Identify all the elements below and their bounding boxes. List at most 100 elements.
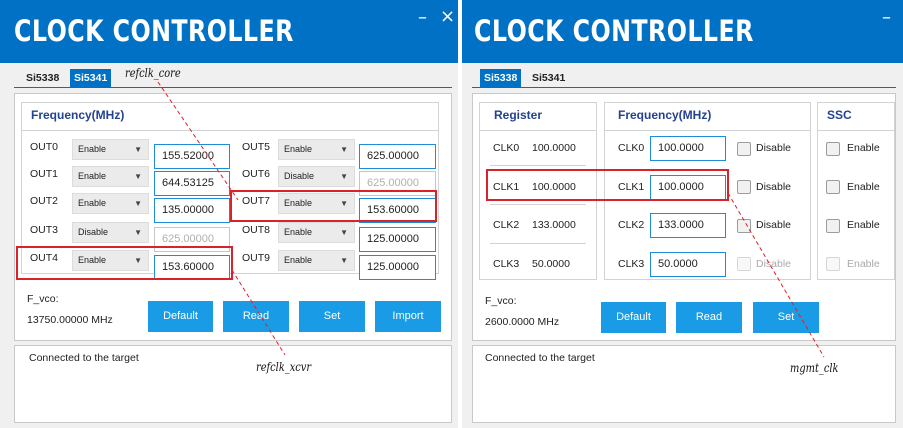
default-button[interactable]: Default: [601, 302, 666, 333]
frequency-group-title: Frequency(MHz): [618, 108, 712, 122]
register-clk0-label: CLK0: [493, 142, 520, 154]
chevron-down-icon: ▼: [134, 199, 142, 208]
tab-si5338[interactable]: Si5338: [480, 69, 522, 87]
out4-mode-value: Enable: [78, 255, 107, 265]
out2-mode-select[interactable]: Enable ▼: [72, 193, 149, 214]
tab-underline: [472, 87, 896, 88]
register-clk2-value: 133.0000: [532, 219, 576, 231]
out8-label: OUT8: [242, 224, 271, 236]
out0-label: OUT0: [30, 141, 59, 153]
out8-frequency-input[interactable]: 125.00000: [359, 227, 436, 252]
clk1-frequency-input[interactable]: 100.0000: [650, 175, 726, 200]
register-group: Register CLK0 100.0000 CLK1 100.0000 CLK…: [479, 102, 597, 280]
clk3-ssc-checkbox[interactable]: [826, 257, 840, 271]
clk1-label: CLK1: [618, 181, 645, 193]
group-divider: [480, 130, 596, 131]
clk2-ssc-checkbox[interactable]: [826, 219, 840, 233]
import-button[interactable]: Import: [375, 301, 441, 332]
tab-si5341[interactable]: Si5341: [70, 69, 112, 87]
out1-mode-value: Enable: [78, 171, 107, 181]
out7-mode-value: Enable: [284, 198, 313, 208]
ssc-group-title: SSC: [827, 108, 852, 122]
clk2-frequency-input[interactable]: 133.0000: [650, 213, 726, 238]
out6-frequency-input[interactable]: 625.00000: [359, 171, 436, 196]
group-divider: [605, 130, 810, 131]
out4-label: OUT4: [30, 252, 59, 264]
out3-frequency-input[interactable]: 625.00000: [154, 227, 230, 252]
out2-mode-value: Enable: [78, 198, 107, 208]
out3-mode-select[interactable]: Disable ▼: [72, 222, 149, 243]
clk0-disable-checkbox[interactable]: [737, 142, 751, 156]
fvco-label: F_vco:: [485, 295, 517, 307]
status-log: Connected to the target: [14, 345, 452, 423]
fvco-value: 2600.0000 MHz: [485, 316, 560, 328]
out1-label: OUT1: [30, 168, 59, 180]
tab-si5341[interactable]: Si5341: [528, 69, 569, 87]
out7-mode-select[interactable]: Enable ▼: [278, 193, 355, 214]
title-bar: CLOCK CONTROLLER – ×: [0, 0, 458, 63]
out6-mode-select[interactable]: Disable ▼: [278, 166, 355, 187]
app-title: CLOCK CONTROLLER: [474, 14, 754, 48]
out5-mode-select[interactable]: Enable ▼: [278, 139, 355, 160]
chevron-down-icon: ▼: [134, 172, 142, 181]
fvco-label: F_vco:: [27, 293, 59, 305]
out4-mode-select[interactable]: Enable ▼: [72, 250, 149, 271]
clk3-disable-label: Disable: [756, 258, 792, 270]
clk2-ssc-label: Enable: [847, 219, 880, 231]
minimize-icon[interactable]: –: [882, 9, 891, 27]
chevron-down-icon: ▼: [340, 256, 348, 265]
mgmt-clk-annotation: mgmt_clk: [790, 361, 839, 375]
out0-mode-select[interactable]: Enable ▼: [72, 139, 149, 160]
frequency-group: Frequency(MHz) CLK0 100.0000 Disable CLK…: [604, 102, 811, 280]
clk3-ssc-label: Enable: [847, 258, 880, 270]
chevron-down-icon: ▼: [134, 256, 142, 265]
clk3-frequency-input[interactable]: 50.0000: [650, 252, 726, 277]
out1-mode-select[interactable]: Enable ▼: [72, 166, 149, 187]
app-title: CLOCK CONTROLLER: [14, 14, 294, 48]
settings-panel: Frequency(MHz) OUT0 Enable ▼ 155.52000 OU…: [14, 93, 452, 341]
clk2-disable-checkbox[interactable]: [737, 219, 751, 233]
out5-frequency-input[interactable]: 625.00000: [359, 144, 436, 169]
clk3-label: CLK3: [618, 258, 645, 270]
clk1-ssc-checkbox[interactable]: [826, 180, 840, 194]
set-button[interactable]: Set: [299, 301, 365, 332]
clk0-ssc-checkbox[interactable]: [826, 142, 840, 156]
out9-mode-value: Enable: [284, 255, 313, 265]
clk1-disable-checkbox[interactable]: [737, 180, 751, 194]
refclk-core-annotation: refclk_core: [125, 66, 181, 80]
clk3-disable-checkbox[interactable]: [737, 257, 751, 271]
out1-frequency-input[interactable]: 644.53125: [154, 171, 230, 196]
out2-frequency-input[interactable]: 135.00000: [154, 198, 230, 223]
group-divider: [818, 130, 894, 131]
out9-mode-select[interactable]: Enable ▼: [278, 250, 355, 271]
read-button[interactable]: Read: [676, 302, 742, 333]
set-button[interactable]: Set: [753, 302, 819, 333]
frequency-group-title: Frequency(MHz): [31, 108, 125, 122]
chevron-down-icon: ▼: [134, 145, 142, 154]
group-divider: [22, 130, 438, 131]
register-clk3-value: 50.0000: [532, 258, 570, 270]
out6-label: OUT6: [242, 168, 271, 180]
out9-frequency-input[interactable]: 125.00000: [359, 255, 436, 280]
register-clk0-value: 100.0000: [532, 142, 576, 154]
status-text: Connected to the target: [485, 352, 595, 364]
out7-frequency-input[interactable]: 153.60000: [359, 198, 436, 223]
out5-label: OUT5: [242, 141, 271, 153]
out0-frequency-input[interactable]: 155.52000: [154, 144, 230, 169]
out4-frequency-input[interactable]: 153.60000: [154, 255, 230, 280]
clk0-frequency-input[interactable]: 100.0000: [650, 136, 726, 161]
minimize-icon[interactable]: –: [418, 9, 427, 27]
default-button[interactable]: Default: [148, 301, 213, 332]
clk2-label: CLK2: [618, 219, 645, 231]
clk2-disable-label: Disable: [756, 219, 792, 231]
out9-label: OUT9: [242, 252, 271, 264]
read-button[interactable]: Read: [223, 301, 289, 332]
chevron-down-icon: ▼: [340, 172, 348, 181]
out2-label: OUT2: [30, 195, 59, 207]
register-clk1-value: 100.0000: [532, 181, 576, 193]
tab-si5338[interactable]: Si5338: [22, 69, 63, 87]
out8-mode-select[interactable]: Enable ▼: [278, 222, 355, 243]
tab-underline: [14, 87, 452, 88]
clk1-disable-label: Disable: [756, 181, 792, 193]
close-icon[interactable]: ×: [440, 8, 455, 26]
